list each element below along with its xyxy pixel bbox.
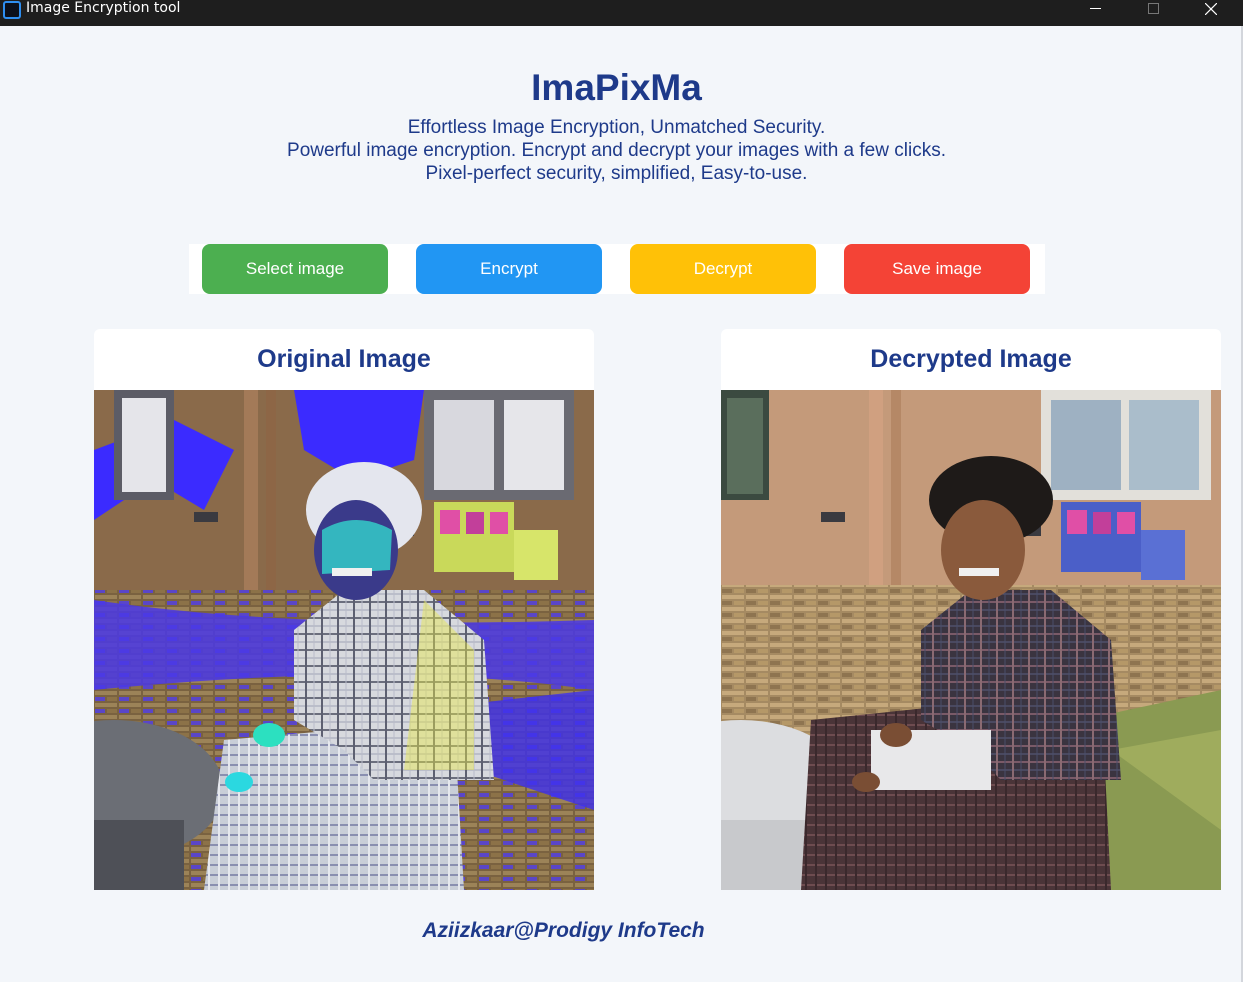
original-image bbox=[94, 390, 594, 890]
original-image-title: Original Image bbox=[257, 345, 431, 373]
app-name: ImaPixMa bbox=[531, 67, 702, 108]
decrypted-image-panel: Decrypted Image bbox=[721, 329, 1221, 890]
action-toolbar: Select image Encrypt Decrypt Save image bbox=[189, 244, 1045, 294]
decrypted-image bbox=[721, 390, 1221, 890]
tagline: Effortless Image Encryption, Unmatched S… bbox=[0, 116, 1233, 185]
select-image-button[interactable]: Select image bbox=[202, 244, 388, 294]
maximize-icon bbox=[1147, 3, 1159, 14]
minimize-button[interactable] bbox=[1072, 0, 1118, 17]
minimize-icon bbox=[1089, 8, 1101, 9]
app-window: ImaPixMa Effortless Image Encryption, Un… bbox=[0, 26, 1243, 982]
footer-credit: Aziizkaar@Prodigy InfoTech bbox=[422, 919, 705, 942]
original-image-panel: Original Image bbox=[94, 329, 594, 890]
encrypt-button[interactable]: Encrypt bbox=[416, 244, 602, 294]
decrypt-button[interactable]: Decrypt bbox=[630, 244, 816, 294]
tagline-line: Powerful image encryption. Encrypt and d… bbox=[287, 140, 946, 161]
decrypted-image-title: Decrypted Image bbox=[870, 345, 1072, 373]
save-image-button[interactable]: Save image bbox=[844, 244, 1030, 294]
tagline-line: Effortless Image Encryption, Unmatched S… bbox=[407, 117, 826, 138]
close-button[interactable] bbox=[1188, 0, 1234, 17]
window-title: Image Encryption tool bbox=[26, 0, 181, 16]
app-icon bbox=[3, 1, 21, 19]
title-bar: Image Encryption tool bbox=[0, 0, 1243, 26]
maximize-button[interactable] bbox=[1130, 0, 1176, 17]
close-icon bbox=[1205, 2, 1217, 15]
tagline-line: Pixel-perfect security, simplified, Easy… bbox=[425, 163, 808, 184]
